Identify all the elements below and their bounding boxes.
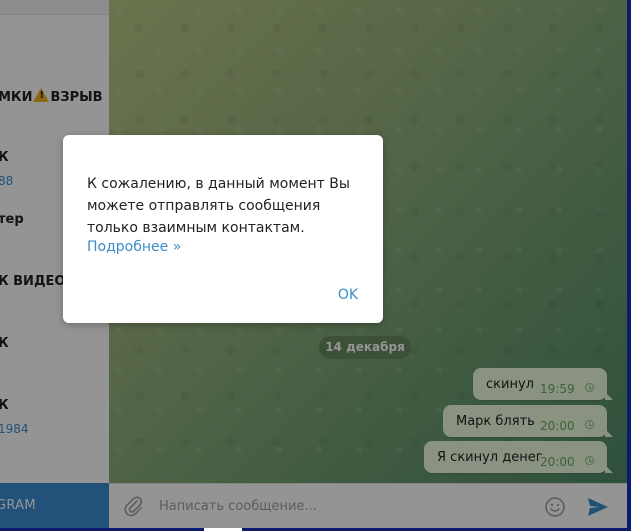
learn-more-link[interactable]: Подробнее »	[87, 239, 181, 255]
dialog-message: К сожалению, в данный момент Вы можете о…	[87, 176, 350, 236]
telegram-window: МКИВЗРЫВ К 88 тер К ВИДЕО 1 К К 1984 GRA…	[0, 0, 631, 531]
window-edge	[627, 0, 631, 531]
ok-button[interactable]: OK	[329, 283, 367, 307]
alert-dialog: К сожалению, в данный момент Вы можете о…	[63, 135, 383, 323]
